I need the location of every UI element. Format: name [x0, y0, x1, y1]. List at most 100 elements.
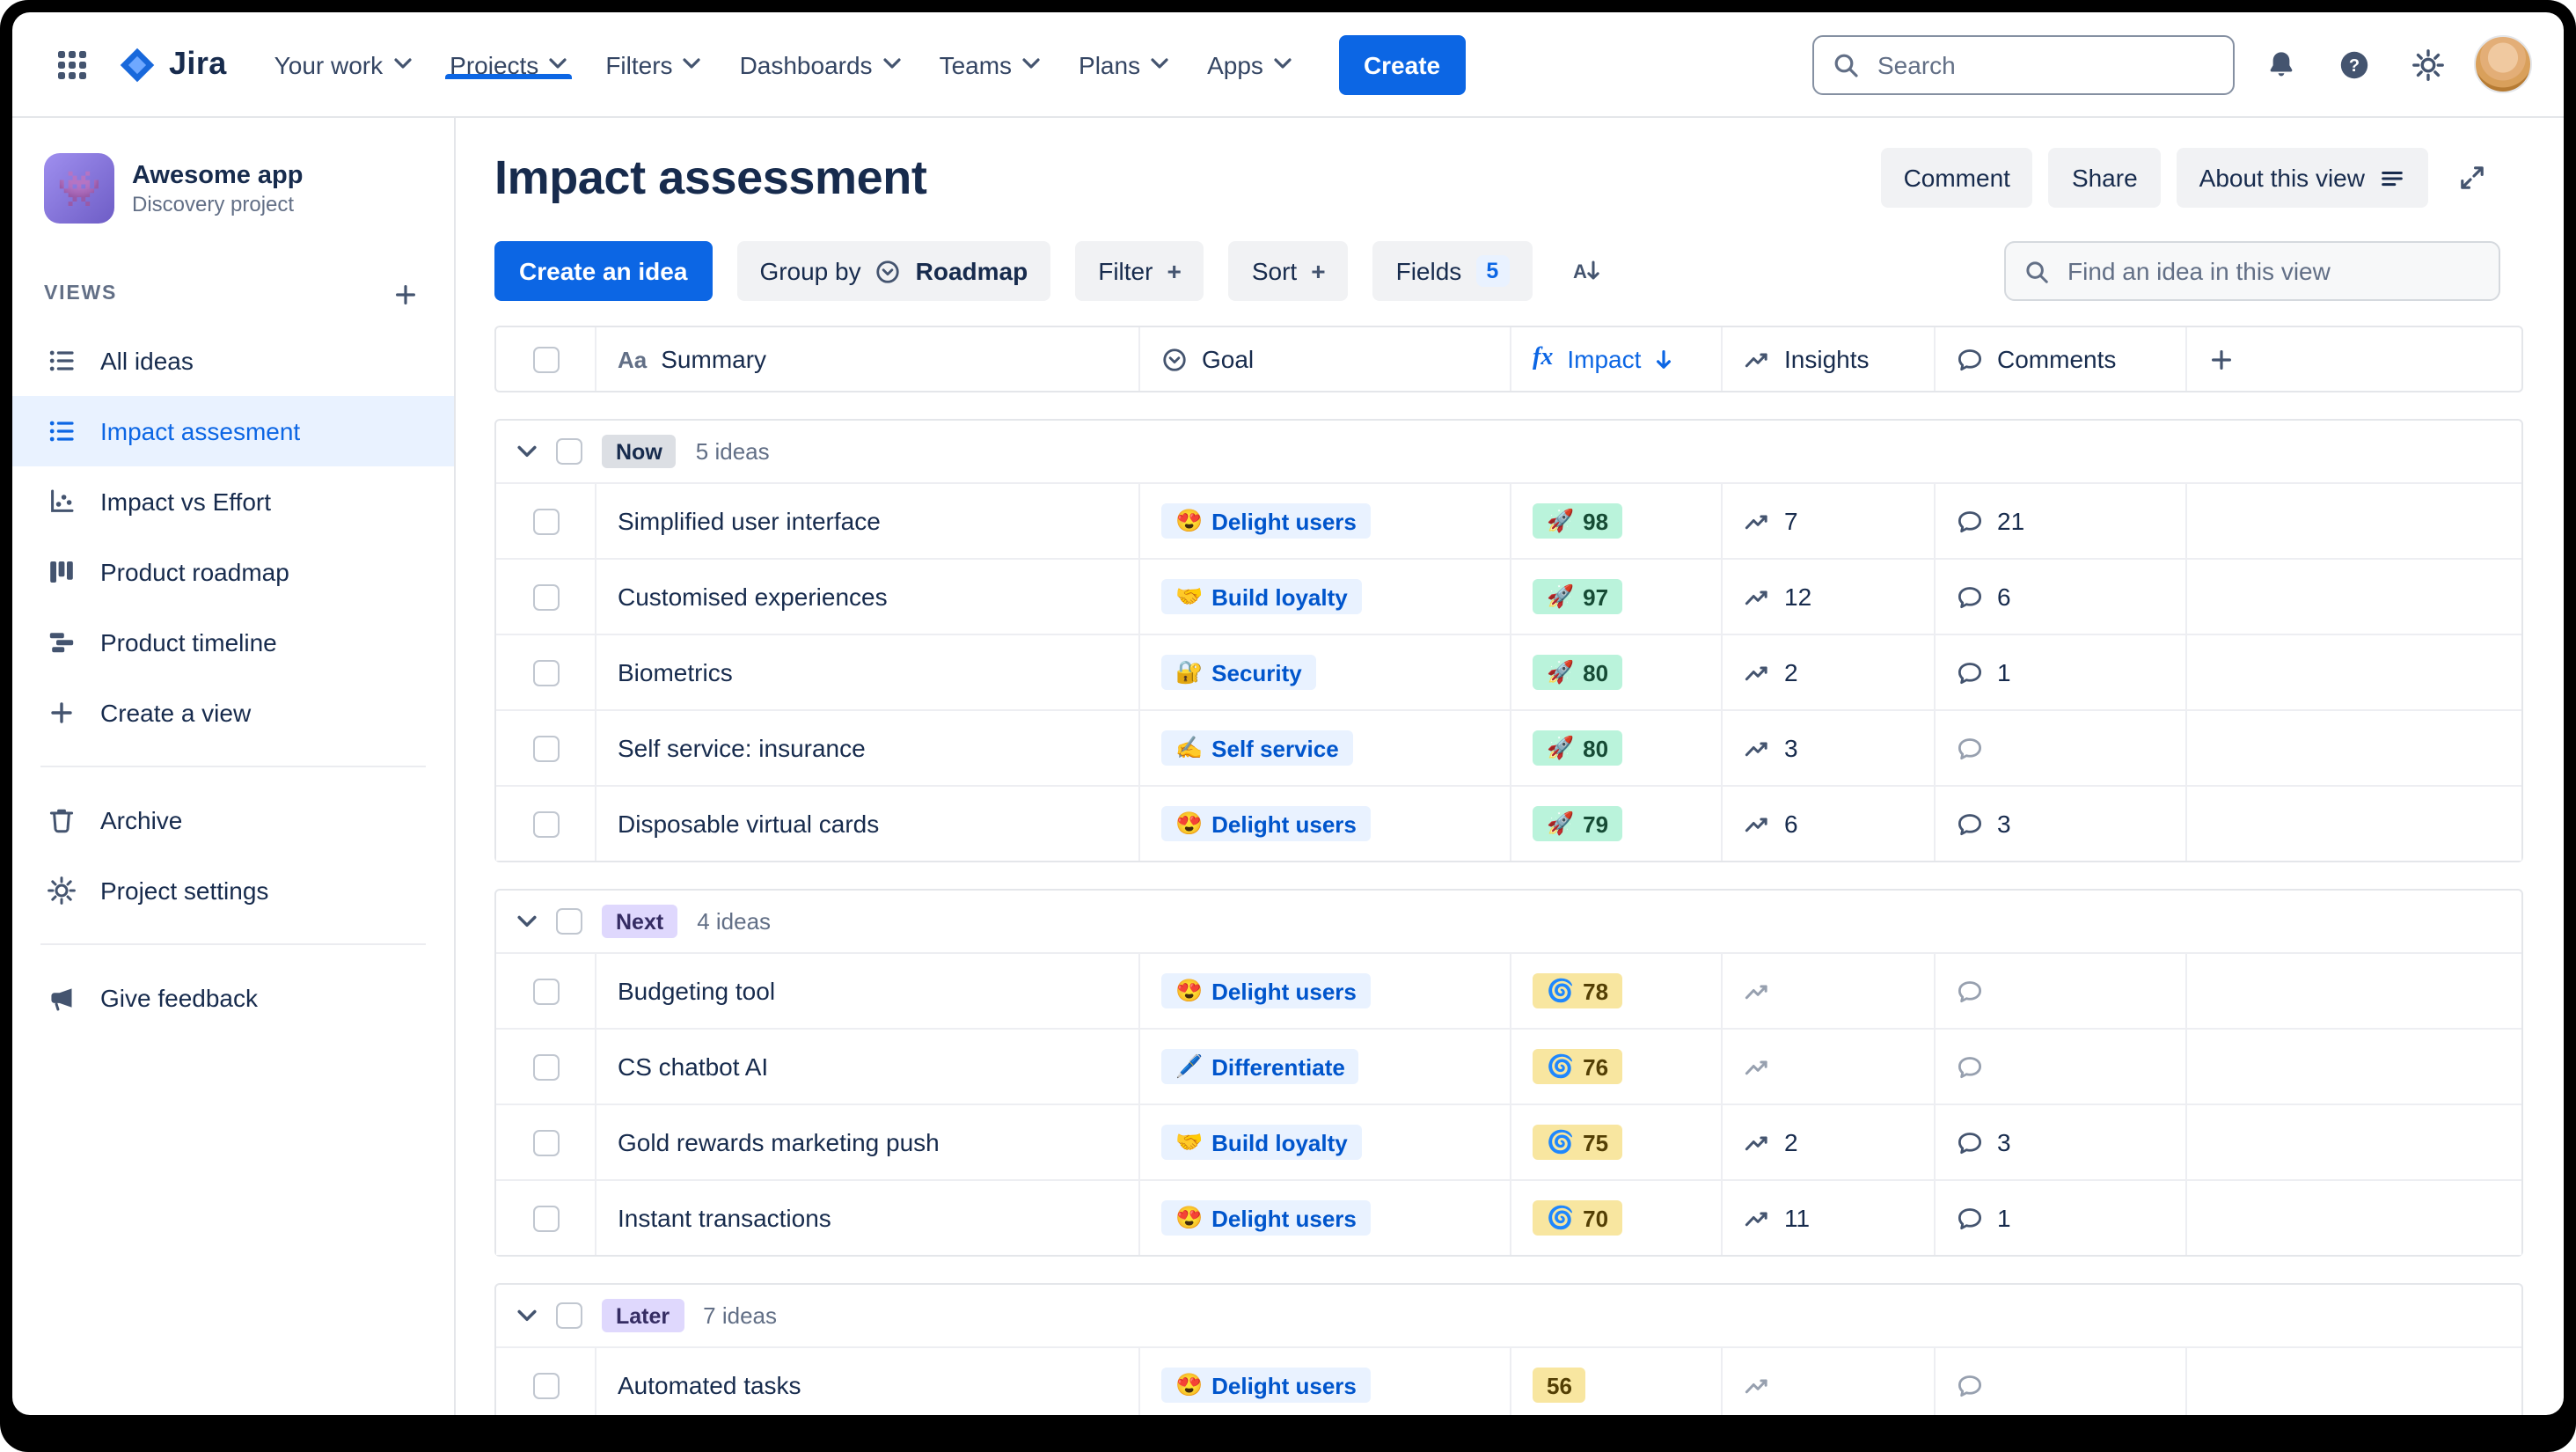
goal-chip[interactable]: 😍 Delight users — [1161, 973, 1371, 1008]
row-checkbox[interactable] — [532, 810, 559, 837]
nav-item-plans[interactable]: Plans — [1059, 50, 1188, 78]
nav-item-your-work[interactable]: Your work — [255, 50, 431, 78]
sidebar-item-impact-vs-effort[interactable]: Impact vs Effort — [12, 466, 454, 537]
idea-summary[interactable]: Disposable virtual cards — [618, 810, 879, 838]
comments-cell[interactable] — [1936, 1030, 2187, 1104]
insights-cell[interactable]: 12 — [1723, 560, 1936, 634]
row-checkbox[interactable] — [532, 978, 559, 1004]
impact-chip[interactable]: 🚀 80 — [1533, 730, 1623, 766]
collapse-group-icon[interactable] — [517, 914, 537, 928]
create-an-idea-button[interactable]: Create an idea — [494, 241, 713, 301]
share-button[interactable]: Share — [2048, 148, 2161, 208]
row-checkbox[interactable] — [532, 583, 559, 610]
idea-row[interactable]: Customised experiences 🤝 Build loyalty 🚀 9… — [496, 558, 2521, 634]
impact-chip[interactable]: 🌀 78 — [1533, 973, 1623, 1008]
group-by-button[interactable]: Group by Roadmap — [736, 241, 1051, 301]
select-all-checkbox[interactable] — [532, 346, 559, 372]
comments-cell[interactable]: 1 — [1936, 635, 2187, 709]
goal-chip[interactable]: 😍 Delight users — [1161, 1200, 1371, 1236]
sidebar-item-archive[interactable]: Archive — [12, 785, 454, 855]
insights-cell[interactable]: 6 — [1723, 787, 1936, 861]
find-idea-search[interactable] — [2004, 241, 2500, 301]
impact-chip[interactable]: 🚀 97 — [1533, 579, 1623, 614]
insights-cell[interactable]: 7 — [1723, 484, 1936, 558]
nav-item-dashboards[interactable]: Dashboards — [721, 50, 920, 78]
collapse-group-icon[interactable] — [517, 444, 537, 458]
sidebar-item-all-ideas[interactable]: All ideas — [12, 326, 454, 396]
sidebar-item-product-roadmap[interactable]: Product roadmap — [12, 537, 454, 607]
find-idea-input[interactable] — [2064, 255, 2481, 287]
impact-chip[interactable]: 🚀 80 — [1533, 655, 1623, 690]
global-search[interactable] — [1812, 34, 2235, 94]
nav-item-teams[interactable]: Teams — [920, 50, 1059, 78]
idea-row[interactable]: Budgeting tool 😍 Delight users 🌀 78 — [496, 952, 2521, 1028]
comments-cell[interactable]: 1 — [1936, 1181, 2187, 1255]
row-checkbox[interactable] — [532, 659, 559, 686]
impact-chip[interactable]: 🚀 98 — [1533, 503, 1623, 539]
goal-chip[interactable]: ✍️ Self service — [1161, 730, 1353, 766]
comments-cell[interactable] — [1936, 711, 2187, 785]
impact-chip[interactable]: 🌀 70 — [1533, 1200, 1623, 1236]
filter-button[interactable]: Filter + — [1075, 241, 1204, 301]
global-search-input[interactable] — [1874, 48, 2215, 80]
row-checkbox[interactable] — [532, 1372, 559, 1398]
nav-item-projects[interactable]: Projects — [430, 50, 586, 78]
comments-cell[interactable] — [1936, 954, 2187, 1028]
idea-row[interactable]: Self service: insurance ✍️ Self service 🚀… — [496, 709, 2521, 785]
goal-chip[interactable]: 🤝 Build loyalty — [1161, 1125, 1362, 1160]
column-header-insights[interactable]: Insights — [1723, 327, 1936, 391]
add-view-button[interactable] — [384, 273, 426, 315]
idea-summary[interactable]: Budgeting tool — [618, 977, 775, 1005]
goal-chip[interactable]: 🔐 Security — [1161, 655, 1316, 690]
notifications-button[interactable] — [2252, 36, 2309, 92]
group-checkbox[interactable] — [556, 908, 582, 935]
sidebar-item-give-feedback[interactable]: Give feedback — [12, 963, 454, 1033]
impact-chip[interactable]: 🌀 75 — [1533, 1125, 1623, 1160]
idea-row[interactable]: Gold rewards marketing push 🤝 Build loyal… — [496, 1104, 2521, 1179]
idea-row[interactable]: Disposable virtual cards 😍 Delight users … — [496, 785, 2521, 861]
row-checkbox[interactable] — [532, 735, 559, 761]
row-checkbox[interactable] — [532, 1053, 559, 1080]
goal-chip[interactable]: 😍 Delight users — [1161, 1368, 1371, 1403]
add-field-column[interactable] — [2187, 327, 2521, 391]
column-header-comments[interactable]: Comments — [1936, 327, 2187, 391]
goal-chip[interactable]: 🤝 Build loyalty — [1161, 579, 1362, 614]
nav-item-filters[interactable]: Filters — [586, 50, 720, 78]
idea-summary[interactable]: CS chatbot AI — [618, 1052, 768, 1081]
comments-cell[interactable] — [1936, 1348, 2187, 1415]
idea-row[interactable]: Automated tasks 😍 Delight users 56 — [496, 1346, 2521, 1415]
app-switcher-button[interactable] — [44, 36, 100, 92]
column-header-summary[interactable]: Aa Summary — [596, 327, 1140, 391]
idea-summary[interactable]: Customised experiences — [618, 583, 888, 611]
impact-chip[interactable]: 🚀 79 — [1533, 806, 1623, 841]
group-checkbox[interactable] — [556, 438, 582, 465]
insights-cell[interactable]: 3 — [1723, 711, 1936, 785]
comments-cell[interactable]: 3 — [1936, 787, 2187, 861]
rank-sort-button[interactable] — [1556, 243, 1613, 299]
insights-cell[interactable]: 11 — [1723, 1181, 1936, 1255]
idea-summary[interactable]: Biometrics — [618, 658, 733, 686]
insights-cell[interactable]: 2 — [1723, 1105, 1936, 1179]
fullscreen-button[interactable] — [2444, 150, 2500, 206]
fields-button[interactable]: Fields 5 — [1372, 241, 1533, 301]
group-checkbox[interactable] — [556, 1302, 582, 1329]
collapse-group-icon[interactable] — [517, 1309, 537, 1323]
idea-row[interactable]: CS chatbot AI 🖊️ Differentiate 🌀 76 — [496, 1028, 2521, 1104]
row-checkbox[interactable] — [532, 1205, 559, 1231]
idea-row[interactable]: Simplified user interface 😍 Delight users… — [496, 482, 2521, 558]
comments-cell[interactable]: 3 — [1936, 1105, 2187, 1179]
sidebar-item-product-timeline[interactable]: Product timeline — [12, 607, 454, 678]
settings-button[interactable] — [2400, 36, 2456, 92]
row-checkbox[interactable] — [532, 1129, 559, 1155]
impact-chip[interactable]: 🌀 76 — [1533, 1049, 1623, 1084]
sidebar-item-impact-assesment[interactable]: Impact assesment — [12, 396, 454, 466]
sidebar-item-create-a-view[interactable]: Create a view — [12, 678, 454, 748]
idea-summary[interactable]: Gold rewards marketing push — [618, 1128, 940, 1156]
idea-row[interactable]: Instant transactions 😍 Delight users 🌀 70 … — [496, 1179, 2521, 1255]
create-button[interactable]: Create — [1338, 34, 1466, 94]
nav-item-apps[interactable]: Apps — [1188, 50, 1311, 78]
comments-cell[interactable]: 6 — [1936, 560, 2187, 634]
goal-chip[interactable]: 😍 Delight users — [1161, 806, 1371, 841]
goal-chip[interactable]: 😍 Delight users — [1161, 503, 1371, 539]
insights-cell[interactable] — [1723, 1030, 1936, 1104]
